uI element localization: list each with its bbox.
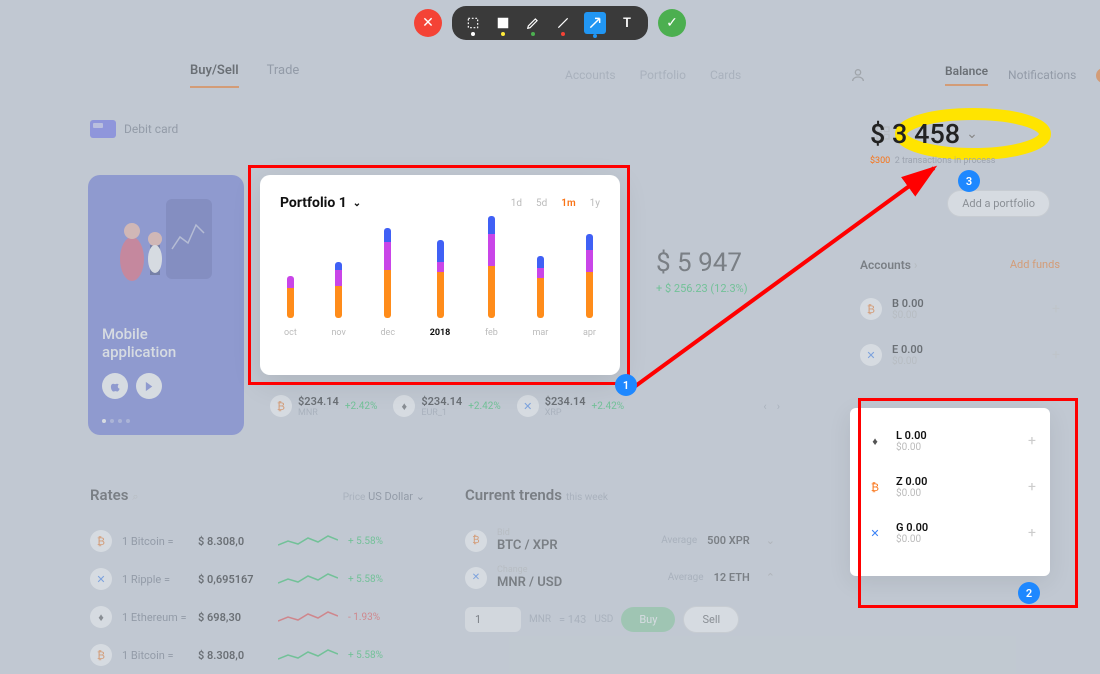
nav-primary: Buy/Sell Trade bbox=[190, 63, 299, 88]
pen-tool[interactable] bbox=[524, 14, 542, 32]
account-row[interactable]: ♦ L 0.00$0.00 + bbox=[864, 418, 1036, 464]
btc-icon: ₿ bbox=[90, 530, 112, 552]
ethereum-icon: ♦ bbox=[393, 395, 415, 417]
account-row[interactable]: ✕ G 0.00$0.00 + bbox=[864, 510, 1036, 556]
rip-icon: ✕ bbox=[90, 568, 112, 590]
chevron-down-icon[interactable]: ⌄ bbox=[966, 126, 978, 142]
card-icon bbox=[90, 120, 116, 138]
nav-trade[interactable]: Trade bbox=[267, 63, 300, 88]
plus-icon[interactable]: + bbox=[1028, 433, 1036, 449]
bar-chart: octnovdec2018febmarapr bbox=[280, 223, 600, 338]
eth-icon: ♦ bbox=[90, 606, 112, 628]
ticker-item[interactable]: ₿ $234.14MNR +2.42% bbox=[270, 395, 377, 418]
annotation-badge-3: 3 bbox=[958, 170, 980, 192]
rate-row[interactable]: ₿ 1 Bitcoin =$ 8.308,0 + 5.58% bbox=[90, 522, 425, 560]
ticker-nav[interactable]: ‹› bbox=[763, 400, 780, 413]
chevron-down-icon[interactable]: ⌄ bbox=[766, 534, 775, 547]
plus-icon[interactable]: + bbox=[1028, 525, 1036, 541]
nav-secondary: Accounts Portfolio Cards bbox=[565, 68, 741, 82]
plus-icon[interactable]: + bbox=[1052, 301, 1060, 317]
accounts-highlight-card: ♦ L 0.00$0.00 + ₿ Z 0.00$0.00 + ✕ G 0.00… bbox=[850, 408, 1050, 576]
rates-title: Rates bbox=[90, 486, 128, 504]
rate-row[interactable]: ₿ 1 Bitcoin =$ 8.308,0 + 5.58% bbox=[90, 636, 425, 674]
range-5d[interactable]: 5d bbox=[536, 198, 547, 209]
nav-cards[interactable]: Cards bbox=[710, 68, 741, 82]
account-row[interactable]: ✕ E 0.00$0.00 + bbox=[860, 332, 1060, 378]
sell-button[interactable]: Sell bbox=[683, 606, 739, 633]
btc-icon: ₿ bbox=[90, 644, 112, 666]
portfolio-value: $ 5 947 + $ 256.23 (12.3%) bbox=[656, 248, 748, 295]
nav-accounts[interactable]: Accounts bbox=[565, 68, 616, 82]
bitcoin-icon: ₿ bbox=[270, 395, 292, 417]
promo-illustration bbox=[102, 189, 230, 319]
play-store-icon[interactable] bbox=[136, 373, 162, 399]
buy-button[interactable]: Buy bbox=[621, 607, 675, 632]
rate-row[interactable]: ♦ 1 Ethereum =$ 698,30 - 1.93% bbox=[90, 598, 425, 636]
ticker-strip: ₿ $234.14MNR +2.42% ♦ $234.14EUR_1 +2.42… bbox=[270, 388, 780, 424]
add-portfolio-button[interactable]: Add a portfolio bbox=[947, 190, 1050, 217]
trends-panel: Current trends this week ₿ BidBTC / XPR … bbox=[465, 485, 775, 633]
qty-input[interactable]: 1 bbox=[465, 607, 521, 632]
header: Buy/Sell Trade Accounts Portfolio Cards … bbox=[0, 55, 1100, 95]
range-1d[interactable]: 1d bbox=[511, 198, 522, 209]
promo-pager[interactable] bbox=[102, 419, 130, 423]
plus-icon[interactable]: + bbox=[1052, 347, 1060, 363]
balance-display: $ 3 458⌄ $300 2 transactions in process bbox=[870, 118, 1050, 166]
portfolio-picker[interactable]: Portfolio 1⌄ bbox=[280, 195, 361, 211]
text-tool[interactable]: T bbox=[618, 14, 636, 32]
chevron-right-icon[interactable]: › bbox=[914, 258, 918, 272]
cancel-button[interactable]: ✕ bbox=[414, 9, 442, 37]
debit-label: Debit card bbox=[124, 122, 178, 136]
portfolio-chart-card: Portfolio 1⌄ 1d 5d 1m 1y octnovdec2018febma… bbox=[260, 175, 620, 375]
confirm-button[interactable]: ✓ bbox=[658, 9, 686, 37]
annotation-badge-2: 2 bbox=[1018, 582, 1040, 604]
nav-balance[interactable]: Balance bbox=[945, 64, 988, 86]
selection-tool[interactable] bbox=[464, 14, 482, 32]
user-icon[interactable] bbox=[850, 67, 866, 83]
nav-right: Balance Notifications 43 bbox=[945, 64, 1100, 86]
rect-tool[interactable] bbox=[494, 14, 512, 32]
notification-badge: 43 bbox=[1096, 68, 1100, 83]
app-store-icon[interactable] bbox=[102, 373, 128, 399]
ticker-item[interactable]: ✕ $234.14XRP +2.42% bbox=[517, 395, 624, 418]
nav-notifications[interactable]: Notifications bbox=[1008, 68, 1076, 82]
rates-currency-picker[interactable]: US Dollar bbox=[368, 490, 413, 503]
annotation-badge-1: 1 bbox=[615, 374, 637, 396]
btc-icon: ₿ bbox=[864, 476, 886, 498]
line-tool[interactable] bbox=[554, 14, 572, 32]
ticker-item[interactable]: ♦ $234.14EUR_1 +2.42% bbox=[393, 395, 500, 418]
add-funds-link[interactable]: Add funds bbox=[1010, 258, 1060, 272]
account-row[interactable]: ₿ Z 0.00$0.00 + bbox=[864, 464, 1036, 510]
accounts-panel: Accounts › Add funds ₿ B 0.00$0.00 + ✕ E… bbox=[860, 258, 1060, 378]
promo-text: Mobileapplication bbox=[102, 325, 230, 361]
bitcoin-icon: ₿ bbox=[465, 530, 487, 552]
chevron-down-icon: ⌄ bbox=[353, 198, 361, 209]
rates-panel: Rates ⌕ Price US Dollar ⌄ ₿ 1 Bitcoin =$… bbox=[90, 485, 425, 674]
annotation-toolbar: ✕ T ✓ bbox=[414, 6, 686, 40]
rip-icon: ✕ bbox=[860, 344, 882, 366]
ripple-icon: ✕ bbox=[517, 395, 539, 417]
rip-icon: ✕ bbox=[864, 522, 886, 544]
nav-portfolio[interactable]: Portfolio bbox=[640, 68, 686, 82]
eth-icon: ♦ bbox=[864, 430, 886, 452]
btc-icon: ₿ bbox=[860, 298, 882, 320]
nav-buy-sell[interactable]: Buy/Sell bbox=[190, 63, 239, 88]
range-1m[interactable]: 1m bbox=[561, 198, 575, 209]
ripple-icon: ✕ bbox=[465, 567, 487, 589]
arrow-tool[interactable] bbox=[584, 12, 606, 34]
rate-row[interactable]: ✕ 1 Ripple =$ 0,695167 + 5.58% bbox=[90, 560, 425, 598]
debit-card-chip[interactable]: Debit card bbox=[90, 120, 178, 138]
promo-card: Mobileapplication bbox=[88, 175, 244, 435]
chevron-up-icon[interactable]: ⌃ bbox=[766, 571, 775, 584]
range-1y[interactable]: 1y bbox=[590, 198, 600, 209]
plus-icon[interactable]: + bbox=[1028, 479, 1036, 495]
search-icon[interactable]: ⌕ bbox=[132, 490, 138, 503]
tool-pill: T bbox=[452, 6, 648, 40]
account-row[interactable]: ₿ B 0.00$0.00 + bbox=[860, 286, 1060, 332]
